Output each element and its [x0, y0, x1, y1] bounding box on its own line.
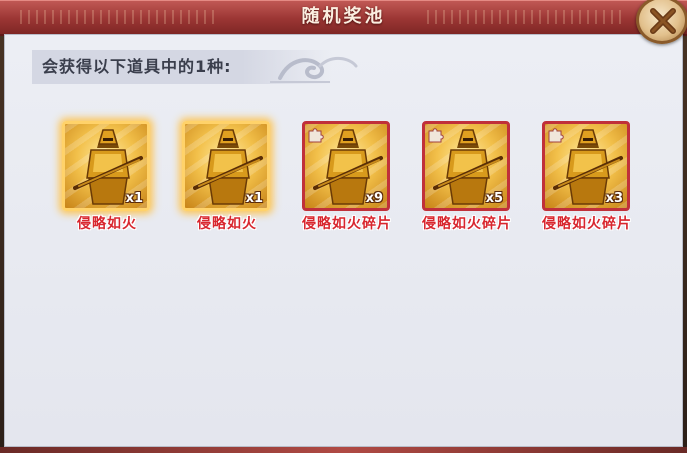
reward-description: 会获得以下道具中的1种:	[42, 57, 232, 76]
close-button[interactable]	[636, 0, 687, 44]
item-name: 侵略如火碎片	[302, 216, 392, 232]
item-quantity: x1	[125, 191, 143, 206]
reward-item[interactable]: x5 侵略如火碎片	[420, 121, 514, 241]
item-icon-frame: x9	[302, 121, 390, 211]
item-name: 侵略如火	[197, 216, 257, 232]
item-icon-frame: x5	[422, 121, 510, 211]
item-quantity: x9	[365, 191, 383, 206]
reward-item-list: x1 侵略如火 x1 侵略如火 x9 侵略如火碎片 x5 侵略如火碎片 x3 侵…	[60, 121, 640, 241]
reward-item[interactable]: x3 侵略如火碎片	[540, 121, 634, 241]
item-quantity: x3	[605, 191, 623, 206]
puzzle-piece-icon	[428, 128, 444, 143]
item-quantity: x1	[245, 191, 263, 206]
item-quantity: x5	[485, 191, 503, 206]
dialog-title: 随机奖池	[301, 6, 386, 27]
reward-item[interactable]: x9 侵略如火碎片	[300, 121, 394, 241]
cloud-ornament-icon	[270, 57, 358, 83]
item-name: 侵略如火碎片	[542, 216, 632, 232]
puzzle-piece-icon	[308, 128, 324, 143]
reward-item[interactable]: x1 侵略如火	[60, 121, 154, 241]
reward-pool-dialog: 随机奖池 会获得以下道具中的1种: x1 侵略如火 x1 侵略如火 x9 侵略如…	[0, 0, 687, 453]
item-icon-frame: x1	[62, 121, 150, 211]
item-icon-frame: x3	[542, 121, 630, 211]
item-name: 侵略如火碎片	[422, 216, 512, 232]
item-name: 侵略如火	[77, 216, 137, 232]
reward-item[interactable]: x1 侵略如火	[180, 121, 274, 241]
dialog-bottom-border	[0, 447, 687, 453]
item-icon-frame: x1	[182, 121, 270, 211]
puzzle-piece-icon	[548, 128, 564, 143]
close-x-icon	[650, 8, 676, 34]
